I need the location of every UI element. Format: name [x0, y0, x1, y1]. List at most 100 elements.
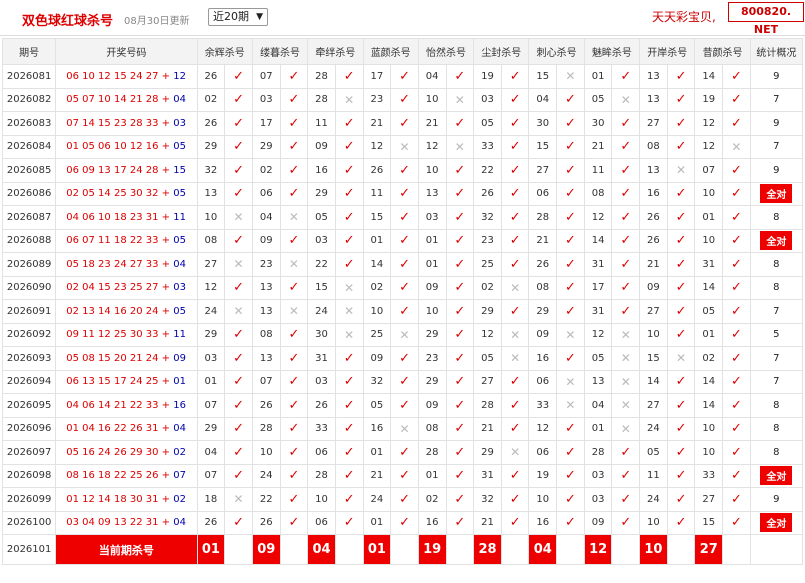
column-header[interactable]: 昔颜杀号 [694, 38, 751, 65]
kill-number: 15 [307, 275, 336, 300]
check-icon: ✓ [500, 416, 530, 441]
kill-number: 10 [694, 228, 724, 253]
current-kill-number: 10 [639, 534, 668, 565]
draw-numbers: 01 12 14 18 30 31 + 02 [55, 487, 198, 512]
issue-number: 2026096 [1, 416, 57, 441]
check-icon: ✓ [666, 510, 696, 535]
column-header[interactable]: 牵绊杀号 [307, 38, 364, 65]
check-icon: ✓ [611, 487, 641, 512]
kill-number: 15 [528, 134, 558, 159]
kill-number: 14 [694, 275, 724, 300]
check-icon: ✓ [666, 111, 696, 136]
column-header[interactable]: 蓝颜杀号 [362, 38, 419, 65]
kill-number: 01 [694, 322, 724, 347]
check-icon: ✓ [611, 64, 641, 89]
check-icon: ✓ [666, 369, 696, 394]
site-badge[interactable]: 800820. NET [728, 2, 804, 36]
kill-number: 29 [196, 322, 226, 347]
kill-number: 01 [417, 463, 447, 488]
draw-numbers: 09 11 12 25 30 33 + 11 [55, 322, 198, 347]
check-icon: ✓ [500, 87, 530, 112]
kill-number: 33 [528, 393, 558, 418]
check-icon: ✓ [279, 181, 309, 206]
red-balls: 08 16 18 22 25 26 [66, 470, 159, 482]
column-header[interactable]: 尘封杀号 [473, 38, 530, 65]
check-icon: ✓ [611, 275, 641, 300]
kill-number: 16 [528, 346, 558, 371]
empty-cell [390, 534, 419, 565]
check-icon: ✓ [611, 228, 641, 253]
column-header[interactable]: 统计概况 [749, 38, 804, 65]
draw-numbers: 05 07 10 14 21 28 + 04 [55, 87, 198, 112]
column-header[interactable]: 开岸杀号 [639, 38, 696, 65]
cross-icon: ✕ [666, 158, 696, 183]
kill-number: 18 [196, 487, 226, 512]
kill-number: 16 [307, 158, 336, 183]
check-icon: ✓ [390, 252, 419, 277]
check-icon: ✓ [666, 299, 696, 324]
column-header[interactable]: 缕暮杀号 [251, 38, 309, 65]
column-header[interactable]: 期号 [1, 38, 57, 65]
table-row: 2026097 05 16 24 26 29 30 + 02 04 ✓ 10 ✓ 06 ✓ 01… [1, 440, 804, 465]
kill-number: 06 [307, 510, 336, 535]
check-icon: ✓ [334, 228, 364, 253]
check-icon: ✓ [390, 228, 419, 253]
column-header[interactable]: 魅眸杀号 [583, 38, 641, 65]
kill-number: 08 [196, 228, 226, 253]
check-icon: ✓ [390, 440, 419, 465]
kill-number: 03 [583, 463, 613, 488]
check-icon: ✓ [390, 64, 419, 89]
check-icon: ✓ [556, 346, 585, 371]
kill-number: 15 [528, 64, 558, 89]
check-icon: ✓ [556, 487, 585, 512]
column-header[interactable]: 余辉杀号 [196, 38, 253, 65]
kill-number: 27 [639, 393, 668, 418]
kill-number: 26 [528, 252, 558, 277]
column-header[interactable]: 怡然杀号 [417, 38, 475, 65]
check-icon: ✓ [224, 134, 253, 159]
cross-icon: ✕ [224, 299, 253, 324]
kill-number-table: 期号 开奖号码 余辉杀号 缕暮杀号 牵绊杀号 蓝颜杀号 怡然杀号 尘封杀号 刺心杀号 魅眸杀号 开岸… [1, 38, 804, 565]
kill-number: 21 [639, 252, 668, 277]
check-icon: ✓ [279, 158, 309, 183]
cross-icon: ✕ [445, 87, 475, 112]
kill-number: 19 [694, 87, 724, 112]
check-icon: ✓ [390, 510, 419, 535]
kill-number: 21 [362, 111, 392, 136]
kill-number: 21 [417, 111, 447, 136]
table-row: 2026099 01 12 14 18 30 31 + 02 18 ✕ 22 ✓ 10 ✓ 24… [1, 487, 804, 512]
kill-number: 09 [307, 134, 336, 159]
check-icon: ✓ [334, 181, 364, 206]
kill-number: 13 [251, 299, 281, 324]
check-icon: ✓ [390, 205, 419, 230]
issue-number: 2026081 [1, 64, 57, 89]
kill-number: 12 [583, 205, 613, 230]
kill-number: 24 [251, 463, 281, 488]
check-icon: ✓ [390, 111, 419, 136]
cross-icon: ✕ [611, 322, 641, 347]
draw-numbers: 05 18 23 24 27 33 + 04 [55, 252, 198, 277]
kill-number: 09 [251, 228, 281, 253]
kill-number: 24 [639, 487, 668, 512]
check-icon: ✓ [334, 158, 364, 183]
check-icon: ✓ [445, 252, 475, 277]
kill-number: 09 [362, 346, 392, 371]
page-title: 双色球红球杀号 [22, 14, 114, 29]
kill-number: 26 [251, 393, 281, 418]
all-correct-badge: 全对 [760, 231, 793, 251]
check-icon: ✓ [722, 228, 751, 253]
kill-number: 06 [307, 440, 336, 465]
check-icon: ✓ [224, 393, 253, 418]
check-icon: ✓ [334, 510, 364, 535]
column-header[interactable]: 开奖号码 [55, 38, 198, 65]
column-header[interactable]: 刺心杀号 [528, 38, 585, 65]
kill-number: 29 [417, 369, 447, 394]
cross-icon: ✕ [279, 205, 309, 230]
table-row: 2026083 07 14 15 23 28 33 + 03 26 ✓ 17 ✓ 11 ✓ 21… [1, 111, 804, 136]
draw-numbers: 05 08 15 20 21 24 + 09 [55, 346, 198, 371]
draw-numbers: 06 10 12 15 24 27 + 12 [55, 64, 198, 89]
kill-number: 11 [583, 158, 613, 183]
period-select[interactable]: 近20期 ▼ [208, 8, 268, 26]
table-row: 2026088 06 07 11 18 22 33 + 05 08 ✓ 09 ✓ 03 ✓ 01… [1, 228, 804, 253]
check-icon: ✓ [500, 252, 530, 277]
